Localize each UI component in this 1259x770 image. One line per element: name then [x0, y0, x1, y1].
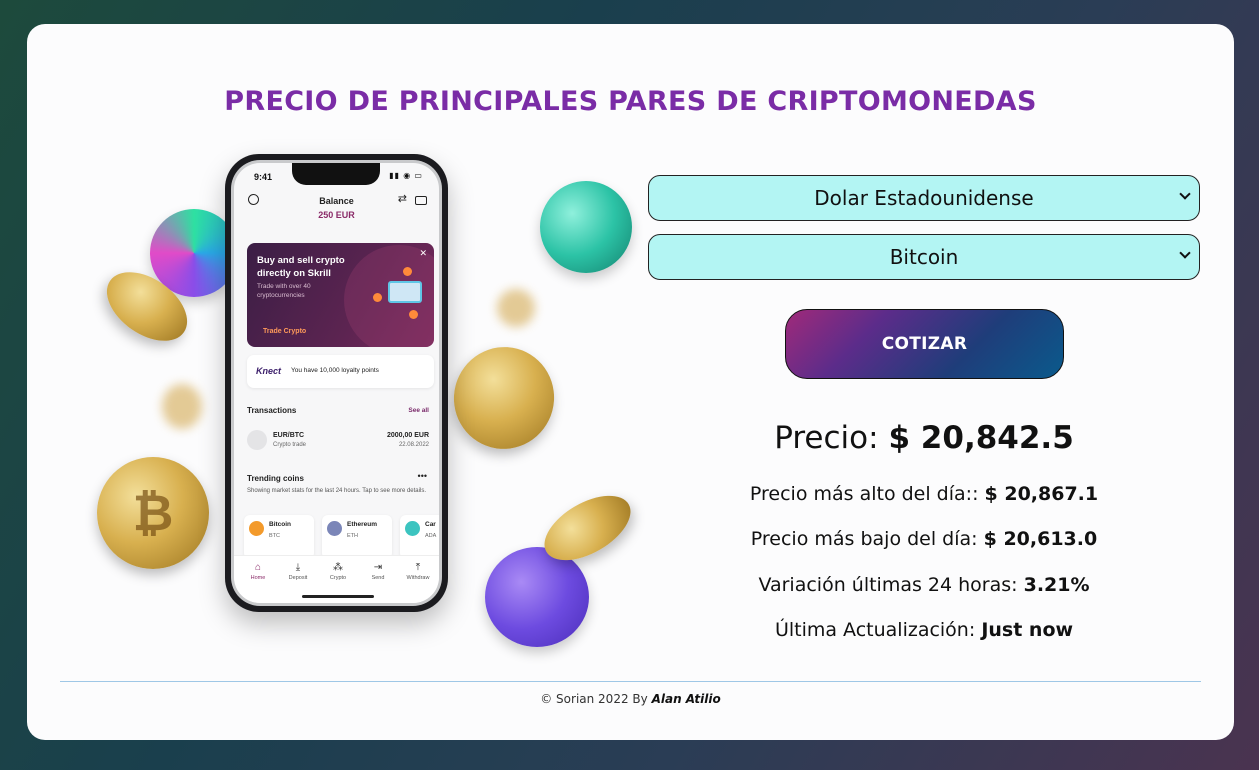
updated-value: Just now: [981, 619, 1074, 641]
knect-logo: Knect: [256, 366, 282, 376]
main-card: PRECIO DE PRINCIPALES PARES DE CRIPTOMON…: [27, 24, 1234, 740]
tx-type: Crypto trade: [273, 442, 307, 448]
footer-divider: [60, 681, 1201, 682]
swap-icon: ⇄: [397, 193, 407, 205]
close-icon: ✕: [419, 248, 427, 258]
chevron-down-icon: [1179, 188, 1191, 200]
status-time: 9:41: [254, 172, 273, 182]
card-illustration-icon: [388, 281, 422, 303]
transactions-heading: Transactions: [247, 406, 297, 415]
crypto-icon: ⁂: [333, 562, 343, 573]
crypto-select-value: Bitcoin: [889, 245, 959, 269]
signal-icon: ▮▮ ◉ ▭: [389, 171, 423, 180]
tab-send: ⇥ Send: [358, 562, 398, 581]
loyalty-text: You have 10,000 loyalty points: [291, 367, 379, 374]
promo-cta: Trade Crypto: [263, 328, 307, 335]
phone-mockup: 9:41 ▮▮ ◉ ▭ Balance 250 EUR ⇄ Buy and se…: [225, 154, 448, 612]
trending-coin-card: Bitcoin BTC: [244, 515, 314, 559]
deposit-icon: ⤓: [295, 562, 301, 573]
updated-row: Última Actualización: Just now: [648, 619, 1200, 641]
gold-coin-icon: [442, 335, 566, 461]
more-icon: •••: [417, 471, 427, 481]
tx-pair: EUR/BTC: [273, 432, 305, 439]
cardano-icon: [405, 521, 420, 536]
tab-home: ⌂ Home: [238, 562, 278, 581]
ethereum-icon: [327, 521, 342, 536]
phone-tabbar: ⌂ Home ⤓ Deposit ⁂ Crypto ⇥ Send ⤒ Withdraw: [234, 555, 439, 603]
promo-banner: Buy and sell crypto directly on Skrill T…: [247, 243, 434, 347]
tab-deposit: ⤓ Deposit: [278, 562, 318, 581]
tab-withdraw: ⤒ Withdraw: [398, 562, 438, 581]
low-price-label: Precio más bajo del día:: [750, 528, 978, 550]
polygon-coin-icon: [485, 547, 589, 647]
balance-amount: 250 EUR: [318, 210, 355, 220]
loyalty-card: Knect You have 10,000 loyalty points: [247, 355, 434, 388]
card-icon: [415, 196, 427, 205]
home-icon: ⌂: [254, 562, 262, 573]
withdraw-icon: ⤒: [415, 562, 421, 573]
change-label: Variación últimas 24 horas:: [758, 574, 1018, 596]
tx-amount: 2000,00 EUR: [386, 432, 429, 439]
footer-author: Alan Atilio: [651, 692, 721, 706]
price-row: Precio: $ 20,842.5: [648, 420, 1200, 456]
transaction-icon: [247, 430, 267, 450]
balance-label: Balance: [319, 196, 354, 206]
price-label: Precio:: [774, 420, 879, 456]
trending-coin-card: Ethereum ETH: [322, 515, 392, 559]
low-price-row: Precio más bajo del día: $ 20,613.0: [648, 528, 1200, 550]
high-price-row: Precio más alto del día:: $ 20,867.1: [648, 483, 1200, 505]
home-indicator: [302, 595, 374, 598]
phone-notch: [292, 163, 380, 185]
high-price-value: $ 20,867.1: [984, 483, 1099, 505]
change-value: 3.21%: [1023, 574, 1090, 596]
trending-description: Showing market stats for the last 24 hou…: [247, 488, 426, 494]
chevron-down-icon: [1179, 247, 1191, 259]
tx-date: 22.08.2022: [398, 442, 429, 448]
price-value: $ 20,842.5: [888, 420, 1074, 456]
tab-crypto: ⁂ Crypto: [318, 562, 358, 581]
high-price-label: Precio más alto del día::: [749, 483, 979, 505]
trending-coin-card: Car ADA: [400, 515, 439, 559]
low-price-value: $ 20,613.0: [983, 528, 1098, 550]
crypto-select[interactable]: Bitcoin: [648, 234, 1200, 280]
bitcoin-icon: [249, 521, 264, 536]
send-icon: ⇥: [373, 562, 383, 573]
blurred-coin-icon: [162, 384, 202, 429]
currency-select[interactable]: Dolar Estadounidense: [648, 175, 1200, 221]
trending-heading: Trending coins: [247, 474, 304, 483]
updated-label: Última Actualización:: [774, 619, 976, 641]
currency-select-value: Dolar Estadounidense: [814, 186, 1034, 210]
footer: © Sorian 2022 By Alan Atilio: [27, 692, 1234, 706]
see-all-link: See all: [408, 407, 429, 414]
footer-text: © Sorian 2022 By: [540, 692, 648, 706]
teal-coin-icon: [540, 181, 632, 273]
cotizar-button[interactable]: COTIZAR: [785, 309, 1064, 379]
promo-title: Buy and sell crypto directly on Skrill: [257, 255, 345, 279]
blurred-coin-icon: [497, 289, 535, 327]
bitcoin-coin-icon: ₿: [97, 457, 209, 569]
change-row: Variación últimas 24 horas: 3.21%: [648, 574, 1200, 596]
phone-screen: 9:41 ▮▮ ◉ ▭ Balance 250 EUR ⇄ Buy and se…: [234, 163, 439, 603]
promo-subtitle: Trade with over 40 cryptocurrencies: [257, 283, 311, 299]
hero-illustration: ₿ 9:41 ▮▮ ◉ ▭ Balance 250 EUR ⇄ Buy and …: [62, 149, 642, 649]
page-title: PRECIO DE PRINCIPALES PARES DE CRIPTOMON…: [224, 86, 1037, 117]
